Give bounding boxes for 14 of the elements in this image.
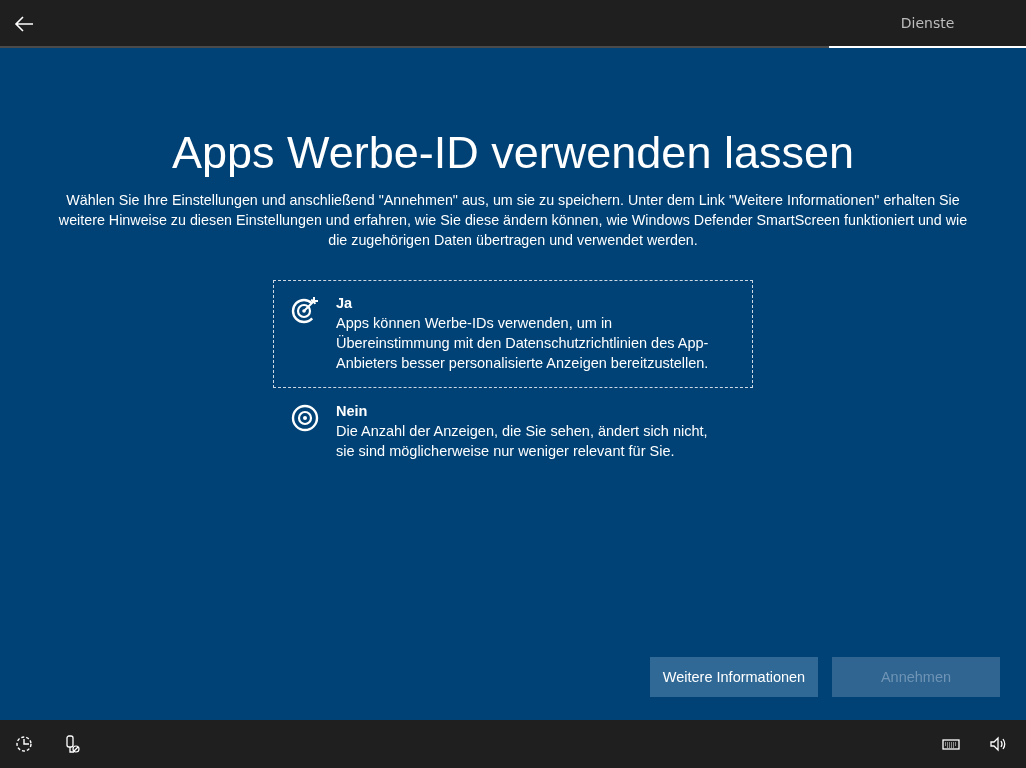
speaker-icon[interactable] [988, 734, 1008, 754]
option-title: Ja [336, 294, 354, 313]
page-heading: Apps Werbe-ID verwenden lassen [172, 126, 854, 180]
tab[interactable]: Dienste [829, 0, 1026, 48]
target-icon [290, 403, 320, 433]
more-info-button[interactable]: Weitere Informationen [650, 657, 818, 697]
back-arrow-icon[interactable] [14, 14, 34, 34]
option-item[interactable]: Nein Die Anzahl der Anzeigen, die Sie sehen, ändert sich nicht, sie sind möglicherweise nur weniger relevant für Sie. [273, 388, 753, 476]
accessibility-clock-icon[interactable] [14, 734, 34, 754]
option-title: Nein [336, 402, 369, 421]
option-description: Apps können Werbe-IDs verwenden, um in Übereinstimmung mit den Datenschutzrichtlinien des App-Anbieters besser personalisierte Anzeigen bereitzustellen. [336, 314, 710, 373]
description-text: Wählen Sie Ihre Einstellungen und anschließend "Annehmen" aus, um sie zu speichern. Unter dem Link "Weitere Informationen" erhalten Sie weitere Hinweise zu diesen Einstellungen und erfahren, wie Sie diese ändern können, wie Windows Defender SmartScreen funktioniert und wie die zugehörigen Daten übertragen und verwendet werden. [57, 191, 969, 250]
option-item[interactable]: Ja Apps können Werbe-IDs verwenden, um in Übereinstimmung mit den Datenschutzrichtlinien des App-Anbieters besser personalisierte Anzeigen bereitzustellen. [273, 280, 753, 388]
option-description: Die Anzahl der Anzeigen, die Sie sehen, ändert sich nicht, sie sind möglicherweise nur weniger relevant für Sie. [336, 422, 709, 461]
